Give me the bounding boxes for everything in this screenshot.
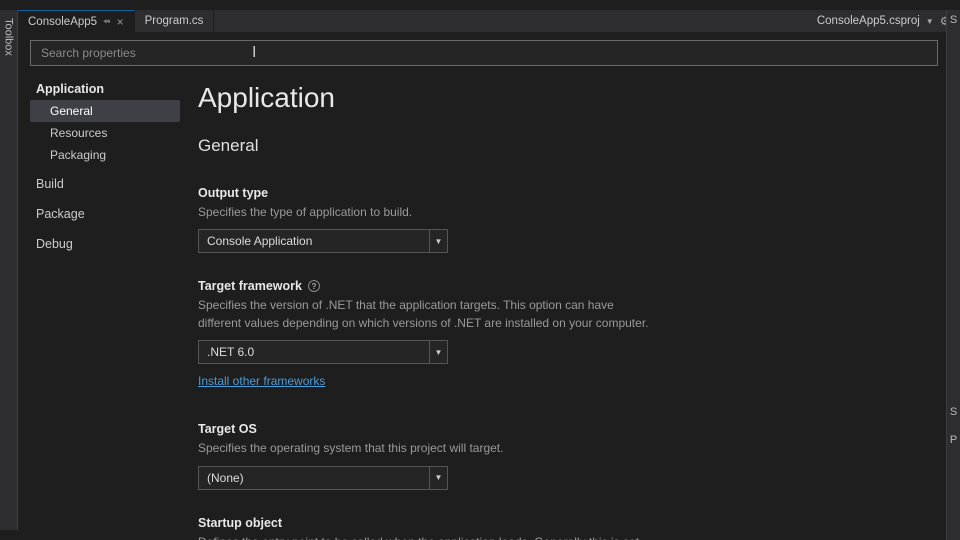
- install-frameworks-link[interactable]: Install other frameworks: [198, 374, 325, 388]
- sidebar-item-packaging[interactable]: Packaging: [30, 144, 180, 166]
- search-input[interactable]: [30, 40, 938, 66]
- right-rail-mid[interactable]: S: [947, 406, 960, 418]
- chevron-down-icon[interactable]: ▼: [429, 467, 447, 489]
- field-target-framework: Target framework ? Specifies the version…: [198, 279, 658, 396]
- tab-label: Program.cs: [145, 15, 204, 27]
- sidebar-item-build[interactable]: Build: [30, 172, 180, 196]
- sidebar: Application General Resources Packaging …: [30, 78, 180, 256]
- target-framework-label: Target framework ?: [198, 279, 658, 293]
- field-output-type: Output type Specifies the type of applic…: [198, 186, 658, 253]
- project-dropdown-label[interactable]: ConsoleApp5.csproj: [817, 15, 920, 27]
- pin-icon[interactable]: ⇴: [103, 16, 111, 27]
- output-type-label: Output type: [198, 186, 658, 200]
- right-rail-lo[interactable]: P: [947, 434, 960, 446]
- target-framework-value: .NET 6.0: [199, 341, 429, 363]
- section-title: General: [198, 136, 938, 156]
- output-type-desc: Specifies the type of application to bui…: [198, 204, 658, 221]
- right-rail[interactable]: S S P: [946, 10, 960, 540]
- chevron-down-icon[interactable]: ▼: [429, 341, 447, 363]
- info-icon[interactable]: ?: [308, 280, 320, 292]
- target-os-desc: Specifies the operating system that this…: [198, 440, 658, 457]
- sidebar-item-resources[interactable]: Resources: [30, 122, 180, 144]
- tab-right-controls: ConsoleApp5.csproj ▼ ⚙: [807, 10, 960, 32]
- sidebar-item-package[interactable]: Package: [30, 202, 180, 226]
- tab-bar: ConsoleApp5 ⇴ × Program.cs ConsoleApp5.c…: [18, 10, 960, 32]
- tab-label: ConsoleApp5: [28, 16, 97, 28]
- target-framework-select[interactable]: .NET 6.0 ▼: [198, 340, 448, 364]
- search-row: I: [30, 40, 938, 66]
- target-os-value: (None): [199, 467, 429, 489]
- toolbox-label: Toolbox: [3, 18, 15, 56]
- target-os-label: Target OS: [198, 422, 658, 436]
- sidebar-item-general[interactable]: General: [30, 100, 180, 122]
- output-type-value: Console Application: [199, 230, 429, 252]
- target-framework-desc: Specifies the version of .NET that the a…: [198, 297, 658, 332]
- field-target-os: Target OS Specifies the operating system…: [198, 422, 658, 489]
- startup-object-label: Startup object: [198, 516, 658, 530]
- toolbox-rail[interactable]: Toolbox: [0, 10, 18, 530]
- chevron-down-icon[interactable]: ▼: [429, 230, 447, 252]
- output-type-select[interactable]: Console Application ▼: [198, 229, 448, 253]
- field-startup-object: Startup object Defines the entry point t…: [198, 516, 658, 540]
- startup-object-desc: Defines the entry point to be called whe…: [198, 534, 658, 540]
- sidebar-section-application[interactable]: Application: [30, 78, 180, 100]
- page-title: Application: [198, 82, 938, 114]
- sidebar-item-debug[interactable]: Debug: [30, 232, 180, 256]
- tab-consoleapp5[interactable]: ConsoleApp5 ⇴ ×: [18, 10, 135, 32]
- content-pane: Application General Output type Specifie…: [198, 82, 938, 540]
- tab-program-cs[interactable]: Program.cs: [135, 10, 215, 32]
- target-os-select[interactable]: (None) ▼: [198, 466, 448, 490]
- close-icon[interactable]: ×: [117, 15, 124, 29]
- right-rail-top[interactable]: S: [947, 14, 960, 26]
- chevron-down-icon[interactable]: ▼: [926, 17, 934, 26]
